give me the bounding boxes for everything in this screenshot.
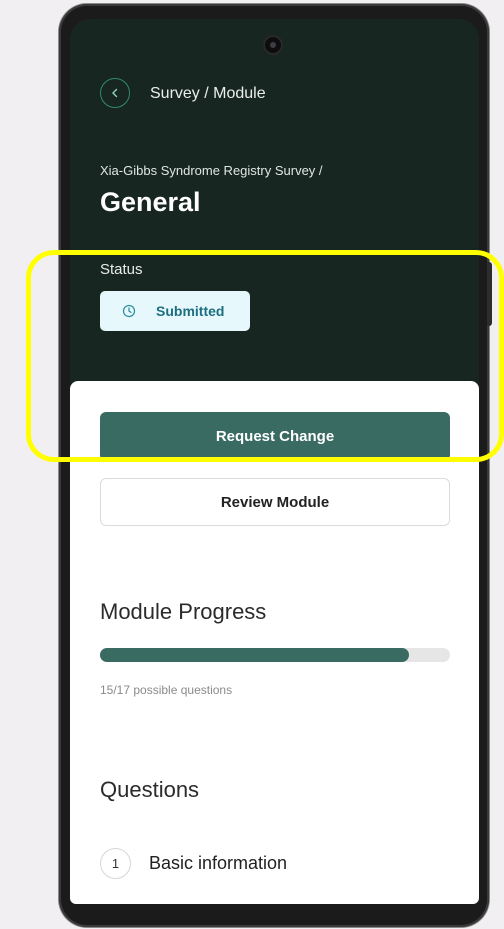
breadcrumb: Survey / Module — [150, 85, 266, 102]
module-progress-bar — [100, 648, 450, 662]
page-title: General — [100, 187, 201, 217]
camera-icon — [263, 35, 283, 55]
question-number: 1 — [100, 848, 131, 879]
question-item[interactable]: 1 Basic information — [100, 848, 287, 879]
chevron-left-icon — [112, 88, 118, 98]
back-button[interactable] — [100, 78, 130, 108]
highlight-annotation — [26, 250, 504, 462]
survey-name: Xia-Gibbs Syndrome Registry Survey / — [100, 163, 323, 178]
module-progress-caption: 15/17 possible questions — [100, 683, 233, 697]
question-label: Basic information — [149, 853, 288, 873]
module-progress-fill — [100, 648, 409, 662]
module-progress-title: Module Progress — [100, 599, 267, 624]
review-module-button[interactable]: Review Module — [100, 478, 450, 526]
questions-title: Questions — [100, 777, 200, 802]
